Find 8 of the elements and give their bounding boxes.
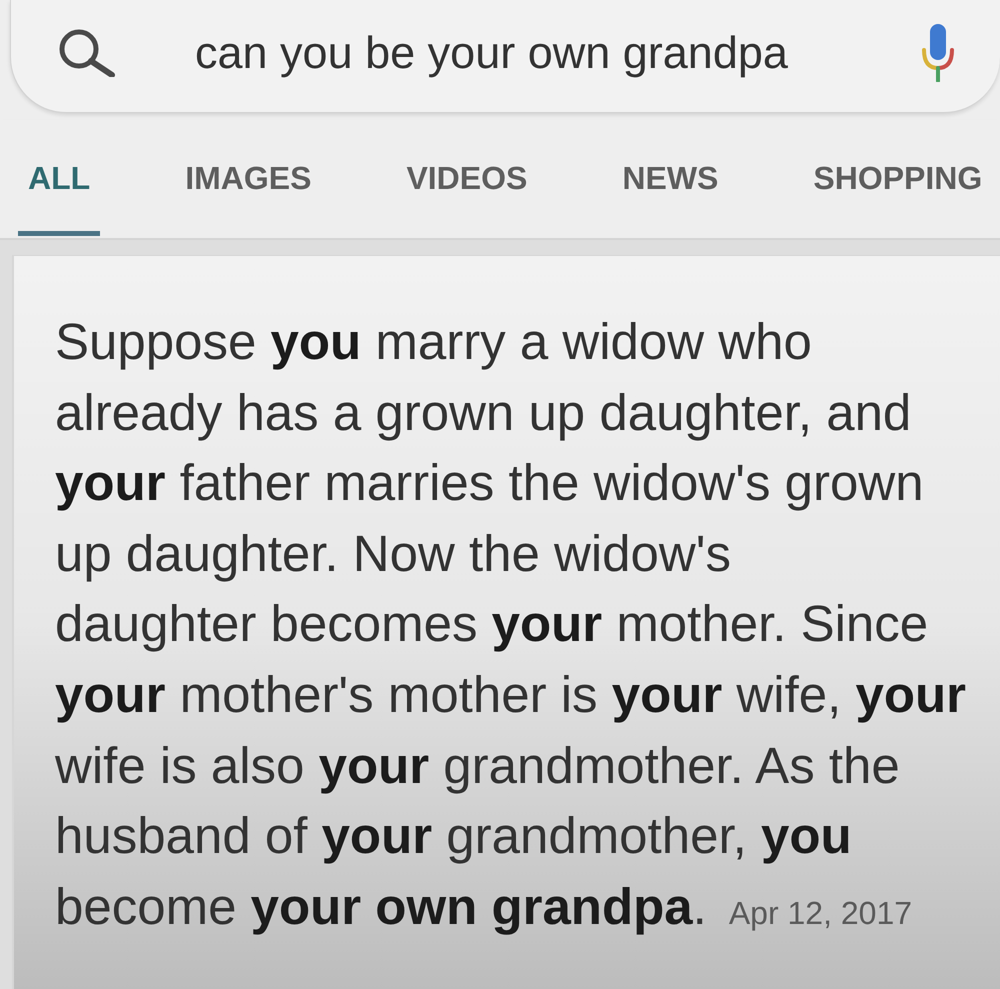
- tab[interactable]: NEWS: [612, 150, 728, 236]
- search-icon: [57, 29, 115, 77]
- result-snippet: Suppose you marry a widow who already has a grown up daughter, and your father marries the widow's grown up daughter. Now the widow's daughter becomes your mother. Since your mother's mother is your wife, your wife is also your grandmother. As the husband of your grandmother, you become your own grandpa. Apr 12, 2017: [55, 312, 966, 937]
- tab[interactable]: VIDEOS: [396, 150, 538, 236]
- microphone-icon[interactable]: [921, 24, 955, 82]
- tab[interactable]: IMAGES: [175, 150, 322, 236]
- search-bar[interactable]: can you be your own grandpa: [10, 0, 1000, 113]
- tab[interactable]: SHOPPING: [803, 150, 992, 236]
